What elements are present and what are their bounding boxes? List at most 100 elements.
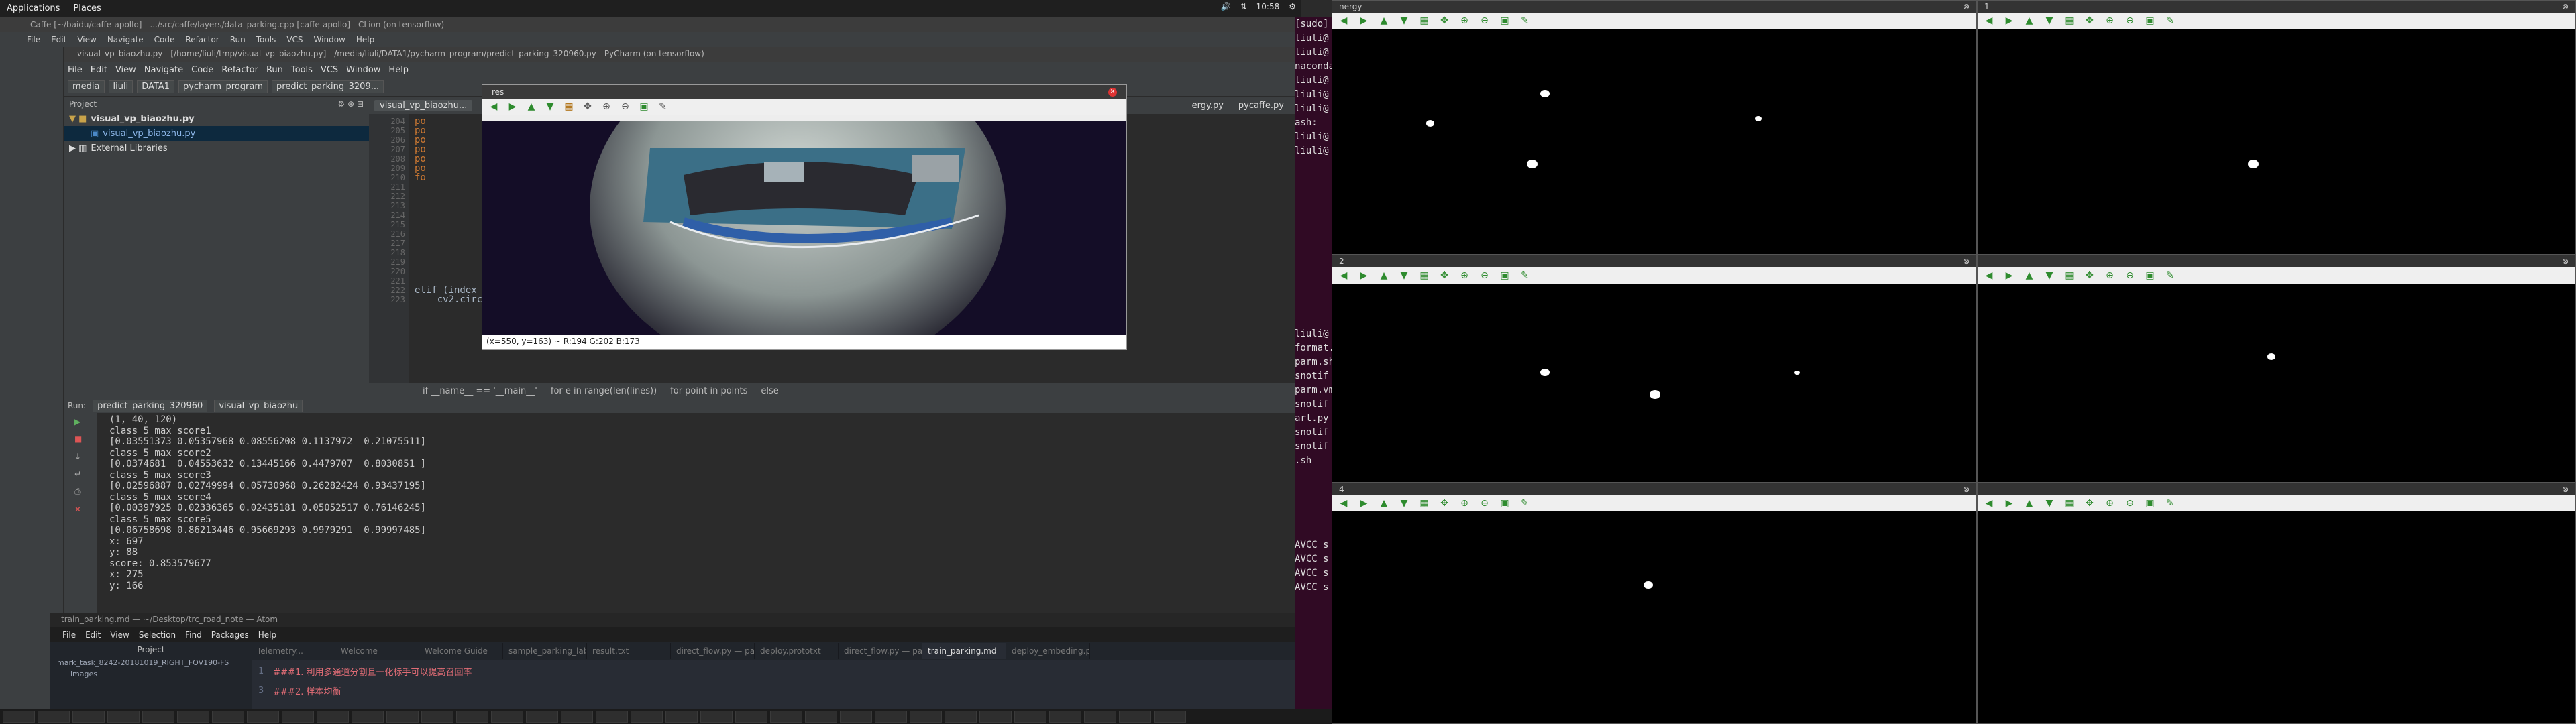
breadcrumb-liuli[interactable]: liuli (108, 80, 133, 93)
pan-icon[interactable]: ✥ (582, 101, 594, 113)
pan-icon[interactable]: ✥ (1438, 15, 1450, 27)
save-icon[interactable]: ▦ (1418, 269, 1430, 282)
taskbar-window-button[interactable] (3, 711, 35, 723)
taskbar-window-button[interactable] (1049, 711, 1081, 723)
menu-vcs[interactable]: VCS (321, 65, 338, 75)
energy-map-canvas[interactable] (1332, 284, 1976, 482)
back-icon[interactable]: ◀ (488, 101, 500, 113)
disk-icon[interactable]: ▣ (2144, 269, 2156, 282)
zoom-in-icon[interactable]: ⊕ (1458, 497, 1470, 509)
taskbar-window-button[interactable] (38, 711, 70, 723)
disk-icon[interactable]: ▣ (2144, 497, 2156, 509)
run-tab-visual-vp[interactable]: visual_vp_biaozhu (214, 399, 303, 412)
up-icon[interactable]: ▲ (1378, 15, 1390, 27)
save-icon[interactable]: ▦ (1418, 497, 1430, 509)
atom-tree-images[interactable]: images (50, 668, 252, 680)
taskbar-window-button[interactable] (1084, 711, 1116, 723)
back-icon[interactable]: ◀ (1983, 497, 1995, 509)
close-icon[interactable]: ⊗ (2562, 485, 2569, 494)
taskbar-window-button[interactable] (875, 711, 907, 723)
atom-tab[interactable]: train_parking.md (922, 643, 1006, 659)
energy-map-canvas[interactable] (1978, 29, 2575, 254)
down-icon[interactable]: ▼ (1398, 269, 1410, 282)
atom-tab[interactable]: direct_flow.py — parking_a (839, 643, 922, 659)
network-icon[interactable]: ⇅ (1240, 2, 1247, 11)
save-icon[interactable]: ▦ (2063, 15, 2076, 27)
applications-menu[interactable]: Applications (0, 3, 66, 13)
atom-menu-edit[interactable]: Edit (85, 630, 101, 640)
atom-tab[interactable]: sample_parking_label.txt (503, 643, 587, 659)
clion-menu-tools[interactable]: Tools (256, 35, 276, 44)
breadcrumb-file[interactable]: predict_parking_3209... (272, 80, 384, 93)
zoom-in-icon[interactable]: ⊕ (2104, 497, 2116, 509)
clion-menu-help[interactable]: Help (356, 35, 374, 44)
atom-tab[interactable]: Welcome Guide (419, 643, 503, 659)
save-icon[interactable]: ▦ (563, 101, 575, 113)
clion-menu-run[interactable]: Run (230, 35, 246, 44)
taskbar-window-button[interactable] (421, 711, 453, 723)
atom-menu-file[interactable]: File (62, 630, 76, 640)
back-icon[interactable]: ◀ (1338, 269, 1350, 282)
zoom-out-icon[interactable]: ⊖ (1479, 269, 1491, 282)
project-label[interactable]: Project (69, 99, 97, 109)
close-icon[interactable]: ✕ (1108, 87, 1117, 97)
energy-map-canvas[interactable] (1332, 29, 1976, 254)
taskbar-window-button[interactable] (491, 711, 523, 723)
atom-menu-find[interactable]: Find (185, 630, 202, 640)
menu-edit[interactable]: Edit (91, 65, 107, 75)
atom-tab[interactable]: deploy_embeding.prototxt (1006, 643, 1090, 659)
disk-icon[interactable]: ▣ (1499, 269, 1511, 282)
close-icon[interactable]: ⊗ (1963, 257, 1970, 266)
back-icon[interactable]: ◀ (1983, 269, 1995, 282)
taskbar-window-button[interactable] (456, 711, 488, 723)
taskbar-window-button[interactable] (386, 711, 419, 723)
places-menu[interactable]: Places (66, 3, 107, 13)
properties-icon[interactable]: ✎ (1519, 269, 1531, 282)
pan-icon[interactable]: ✥ (2084, 269, 2096, 282)
zoom-out-icon[interactable]: ⊖ (2124, 269, 2136, 282)
crumb-for-points[interactable]: for point in points (670, 386, 747, 396)
pan-icon[interactable]: ✥ (1438, 497, 1450, 509)
pan-icon[interactable]: ✥ (2084, 497, 2096, 509)
rerun-icon[interactable]: ▶ (64, 413, 97, 430)
disk-icon[interactable]: ▣ (638, 101, 650, 113)
taskbar-window-button[interactable] (979, 711, 1012, 723)
save-icon[interactable]: ▦ (1418, 15, 1430, 27)
gear-icon[interactable]: ⚙ (1289, 2, 1296, 11)
properties-icon[interactable]: ✎ (1519, 497, 1531, 509)
atom-tab[interactable]: direct_flow.py — parking_at... (671, 643, 755, 659)
taskbar-window-button[interactable] (1119, 711, 1151, 723)
zoom-in-icon[interactable]: ⊕ (2104, 269, 2116, 282)
down-icon[interactable]: ▼ (1398, 15, 1410, 27)
taskbar-window-button[interactable] (700, 711, 733, 723)
close-icon[interactable]: ⊗ (2562, 257, 2569, 266)
zoom-out-icon[interactable]: ⊖ (1479, 497, 1491, 509)
taskbar-window-button[interactable] (561, 711, 593, 723)
disk-icon[interactable]: ▣ (1499, 15, 1511, 27)
taskbar-window-button[interactable] (840, 711, 872, 723)
taskbar-window-button[interactable] (107, 711, 140, 723)
menu-code[interactable]: Code (191, 65, 213, 75)
menu-tools[interactable]: Tools (291, 65, 313, 75)
stop-icon[interactable]: ■ (64, 430, 97, 448)
atom-tab[interactable]: Telemetry... (252, 643, 335, 659)
crumb-for-lines[interactable]: for e in range(len(lines)) (551, 386, 657, 396)
properties-icon[interactable]: ✎ (2164, 269, 2176, 282)
forward-icon[interactable]: ▶ (1358, 269, 1370, 282)
tab-visual-vp-biaozhu[interactable]: visual_vp_biaozhu... (374, 99, 473, 111)
zoom-out-icon[interactable]: ⊖ (1479, 15, 1491, 27)
taskbar-window-button[interactable] (526, 711, 558, 723)
up-icon[interactable]: ▲ (1378, 497, 1390, 509)
project-panel-settings-icon[interactable]: ⚙ ⊕ ⊟ (338, 99, 364, 109)
forward-icon[interactable]: ▶ (2003, 269, 2015, 282)
down-icon[interactable]: ▼ (2043, 497, 2055, 509)
disk-icon[interactable]: ▣ (1499, 497, 1511, 509)
save-icon[interactable]: ▦ (2063, 497, 2076, 509)
taskbar-window-button[interactable] (212, 711, 244, 723)
forward-icon[interactable]: ▶ (2003, 497, 2015, 509)
up-icon[interactable]: ▲ (2023, 15, 2035, 27)
taskbar-window-button[interactable] (247, 711, 279, 723)
forward-icon[interactable]: ▶ (1358, 15, 1370, 27)
menu-view[interactable]: View (115, 65, 136, 75)
menu-run[interactable]: Run (266, 65, 283, 75)
